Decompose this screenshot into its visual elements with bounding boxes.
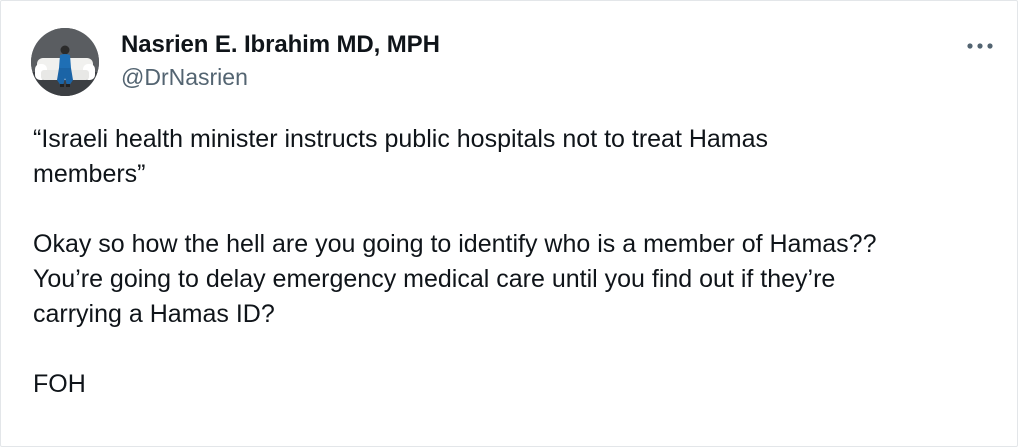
tweet-card: Nasrien E. Ibrahim MD, MPH @DrNasrien “I…	[0, 0, 1018, 447]
author-info: Nasrien E. Ibrahim MD, MPH @DrNasrien	[121, 30, 440, 92]
profile-photo-icon	[31, 28, 99, 96]
tweet-paragraph-closing: FOH	[33, 370, 86, 398]
avatar[interactable]	[31, 28, 99, 96]
username-handle[interactable]: @DrNasrien	[121, 62, 440, 92]
display-name[interactable]: Nasrien E. Ibrahim MD, MPH	[121, 30, 440, 60]
more-options-button[interactable]	[963, 35, 997, 57]
tweet-text: “Israeli health minister instructs publi…	[33, 122, 1003, 402]
tweet-paragraph-question: Okay so how the hell are you going to id…	[33, 230, 877, 328]
tweet-paragraph-quote: “Israeli health minister instructs publi…	[33, 125, 769, 188]
ellipsis-icon	[967, 43, 993, 49]
